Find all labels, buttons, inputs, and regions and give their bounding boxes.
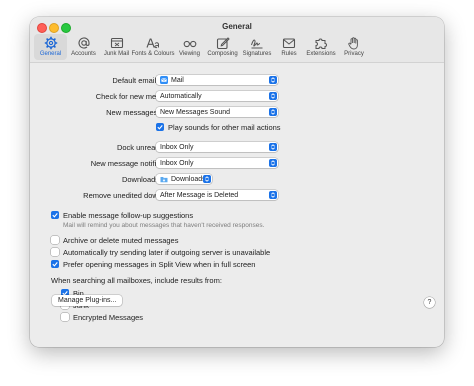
tab-fonts-colours[interactable]: Fonts & Colours bbox=[131, 34, 175, 60]
downloads-folder-row: Downloads folder: Downloads bbox=[30, 173, 444, 185]
tab-junk-mail-label: Junk Mail bbox=[103, 51, 130, 57]
default-reader-popup[interactable]: Mail bbox=[156, 75, 278, 85]
split-view-label: Prefer opening messages in Split View wh… bbox=[63, 259, 256, 269]
search-encrypted-label: Encrypted Messages bbox=[73, 312, 144, 322]
junk-tray-icon bbox=[110, 36, 124, 50]
notifications-value: Inbox Only bbox=[160, 159, 194, 167]
search-encrypted-checkbox[interactable]: Encrypted Messages bbox=[61, 311, 143, 323]
check-new-popup[interactable]: Automatically bbox=[156, 91, 278, 101]
title-bar: General General Accounts Junk Mail Fonts… bbox=[30, 17, 444, 63]
chevron-updown-icon bbox=[203, 175, 211, 183]
tab-rules-label: Rules bbox=[281, 51, 297, 57]
downloads-folder-value: Downloads bbox=[171, 175, 206, 183]
at-sign-icon bbox=[77, 36, 91, 50]
dock-unread-row: Dock unread count: Inbox Only bbox=[30, 141, 444, 153]
window-title: General bbox=[222, 22, 252, 31]
tab-general-label: General bbox=[39, 51, 62, 57]
archive-muted-checkbox[interactable]: Archive or delete muted messages bbox=[51, 234, 178, 246]
check-new-row: Check for new messages: Automatically bbox=[30, 90, 444, 102]
fonts-icon bbox=[146, 36, 160, 50]
help-button[interactable]: ? bbox=[424, 297, 435, 308]
notifications-row: New message notifications: Inbox Only bbox=[30, 157, 444, 169]
dock-unread-popup[interactable]: Inbox Only bbox=[156, 142, 278, 152]
chevron-updown-icon bbox=[269, 76, 277, 84]
tab-general[interactable]: General bbox=[34, 34, 67, 60]
hand-icon bbox=[347, 36, 361, 50]
compose-icon bbox=[216, 36, 230, 50]
checkbox-unchecked-icon bbox=[51, 248, 59, 256]
folder-icon bbox=[160, 175, 168, 183]
tab-composing-label: Composing bbox=[207, 51, 238, 57]
archive-muted-label: Archive or delete muted messages bbox=[63, 235, 179, 245]
rules-envelope-icon bbox=[282, 36, 296, 50]
tab-viewing[interactable]: Viewing bbox=[173, 34, 206, 60]
preferences-toolbar: General Accounts Junk Mail Fonts & Colou… bbox=[34, 34, 369, 61]
chevron-updown-icon bbox=[269, 108, 277, 116]
tab-junk-mail[interactable]: Junk Mail bbox=[100, 34, 133, 60]
downloads-folder-popup[interactable]: Downloads bbox=[156, 174, 212, 184]
tab-composing[interactable]: Composing bbox=[206, 34, 239, 60]
default-reader-row: Default email reader: Mail bbox=[30, 74, 444, 86]
default-reader-value: Mail bbox=[171, 76, 184, 84]
check-new-value: Automatically bbox=[160, 92, 202, 100]
chevron-updown-icon bbox=[269, 191, 277, 199]
tab-privacy[interactable]: Privacy bbox=[339, 34, 369, 60]
auto-resend-label: Automatically try sending later if outgo… bbox=[63, 247, 271, 257]
tab-viewing-label: Viewing bbox=[179, 51, 200, 57]
chevron-updown-icon bbox=[269, 92, 277, 100]
tab-signatures-label: Signatures bbox=[242, 51, 272, 57]
checkbox-checked-icon bbox=[51, 211, 59, 219]
tab-extensions-label: Extensions bbox=[306, 51, 336, 57]
remove-downloads-value: After Message is Deleted bbox=[160, 191, 239, 199]
play-sounds-label: Play sounds for other mail actions bbox=[168, 122, 281, 132]
tab-fonts-colours-label: Fonts & Colours bbox=[131, 51, 175, 57]
follow-up-hint: Mail will remind you about messages that… bbox=[63, 222, 265, 229]
checkbox-unchecked-icon bbox=[61, 313, 69, 321]
notifications-popup[interactable]: Inbox Only bbox=[156, 158, 278, 168]
signature-icon bbox=[250, 36, 264, 50]
tab-extensions[interactable]: Extensions bbox=[303, 34, 339, 60]
tab-accounts-label: Accounts bbox=[71, 51, 96, 57]
follow-up-checkbox[interactable]: Enable message follow-up suggestions bbox=[51, 209, 193, 221]
play-sounds-checkbox[interactable]: Play sounds for other mail actions bbox=[156, 121, 281, 133]
glasses-icon bbox=[183, 36, 197, 50]
checkbox-unchecked-icon bbox=[51, 236, 59, 244]
chevron-updown-icon bbox=[269, 159, 277, 167]
tab-privacy-label: Privacy bbox=[344, 51, 364, 57]
mail-app-icon bbox=[160, 76, 168, 84]
manage-plugins-button[interactable]: Manage Plug-ins... bbox=[52, 295, 123, 306]
checkbox-checked-icon bbox=[156, 123, 164, 131]
new-sound-popup[interactable]: New Messages Sound bbox=[156, 107, 278, 117]
gear-icon bbox=[44, 36, 58, 50]
remove-downloads-row: Remove unedited downloads: After Message… bbox=[30, 189, 444, 201]
search-heading: When searching all mailboxes, include re… bbox=[51, 274, 222, 286]
chevron-updown-icon bbox=[269, 143, 277, 151]
puzzle-icon bbox=[314, 36, 328, 50]
new-sound-row: New messages sound: New Messages Sound bbox=[30, 106, 444, 118]
search-heading-text: When searching all mailboxes, include re… bbox=[51, 275, 222, 285]
tab-accounts[interactable]: Accounts bbox=[67, 34, 100, 60]
dock-unread-value: Inbox Only bbox=[160, 143, 194, 151]
follow-up-label: Enable message follow-up suggestions bbox=[63, 210, 194, 220]
new-sound-value: New Messages Sound bbox=[160, 108, 231, 116]
checkbox-checked-icon bbox=[51, 260, 59, 268]
tab-signatures[interactable]: Signatures bbox=[239, 34, 275, 60]
split-view-checkbox[interactable]: Prefer opening messages in Split View wh… bbox=[51, 258, 255, 270]
auto-resend-checkbox[interactable]: Automatically try sending later if outgo… bbox=[51, 246, 270, 258]
tab-rules[interactable]: Rules bbox=[275, 34, 303, 60]
remove-downloads-popup[interactable]: After Message is Deleted bbox=[156, 190, 278, 200]
preferences-window: General General Accounts Junk Mail Fonts… bbox=[30, 17, 444, 347]
